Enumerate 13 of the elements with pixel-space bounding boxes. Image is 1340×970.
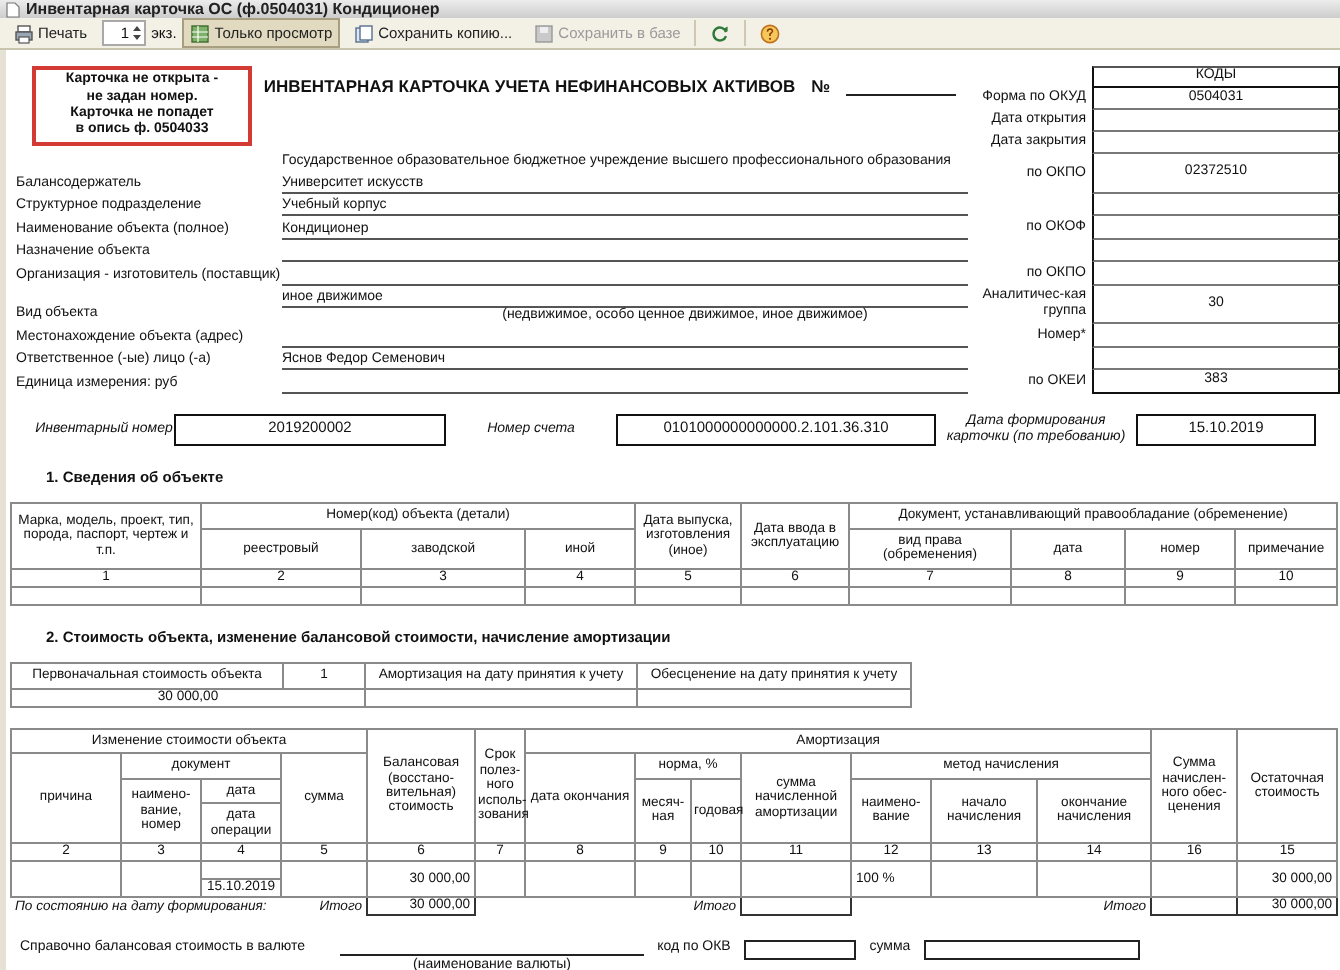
refresh-icon <box>710 23 731 43</box>
document-icon <box>354 23 375 43</box>
document-icon <box>6 1 20 17</box>
number-label: № <box>811 78 831 98</box>
help-icon <box>760 23 781 43</box>
total-cell <box>741 897 852 916</box>
window-title: Инвентарная карточка ОС (ф.0504031) Кондиционер <box>26 0 440 18</box>
form-title: ИНВЕНТАРНАЯ КАРТОЧКА УЧЕТА НЕФИНАНСОВЫХ АКТИВОВ <box>263 78 796 98</box>
floppy-icon <box>534 23 555 43</box>
table-icon <box>190 23 211 43</box>
total-cell <box>1151 897 1238 916</box>
code-box <box>744 940 856 961</box>
printer-icon <box>14 23 34 43</box>
